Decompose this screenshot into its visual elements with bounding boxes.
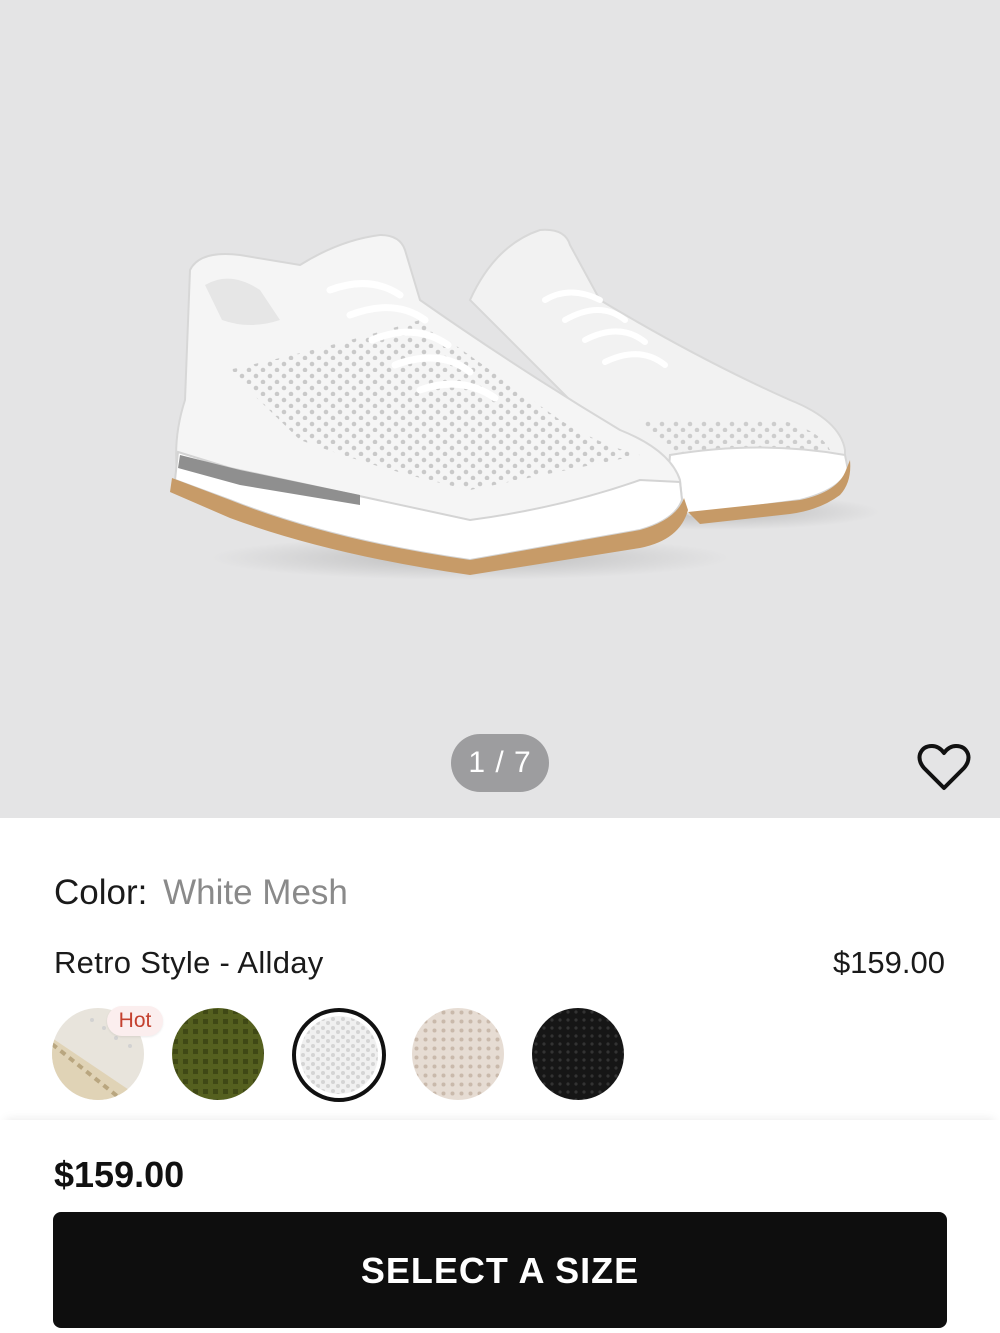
color-swatch-list: Hot [52, 1006, 652, 1102]
color-label: Color: [54, 873, 148, 912]
product-name: Retro Style - Allday [54, 945, 324, 980]
image-pager-indicator: 1 / 7 [451, 734, 549, 792]
wishlist-button[interactable] [916, 742, 972, 792]
swatch-beige-mesh[interactable] [412, 1008, 504, 1100]
olive-mesh-swatch-image [172, 1008, 264, 1100]
swatch-black-mesh[interactable] [532, 1008, 624, 1100]
white-mesh-swatch-image [300, 1016, 378, 1094]
product-page: 1 / 7 Color: White Mesh Retro Style - Al… [0, 0, 1000, 1333]
color-value: White Mesh [163, 873, 348, 912]
select-size-button[interactable]: SELECT A SIZE [53, 1212, 947, 1328]
swatch-olive-mesh[interactable] [172, 1008, 264, 1100]
heart-icon [917, 744, 971, 790]
product-image-gallery[interactable]: 1 / 7 [0, 0, 1000, 818]
bottom-price: $159.00 [54, 1154, 185, 1195]
hot-badge: Hot [107, 1006, 163, 1036]
product-price: $159.00 [832, 945, 945, 980]
product-image [170, 228, 880, 580]
beige-mesh-swatch-image [412, 1008, 504, 1100]
black-mesh-swatch-image [532, 1008, 624, 1100]
swatch-white-mesh[interactable] [292, 1008, 386, 1102]
color-selection-label: Color: White Mesh [54, 872, 348, 914]
